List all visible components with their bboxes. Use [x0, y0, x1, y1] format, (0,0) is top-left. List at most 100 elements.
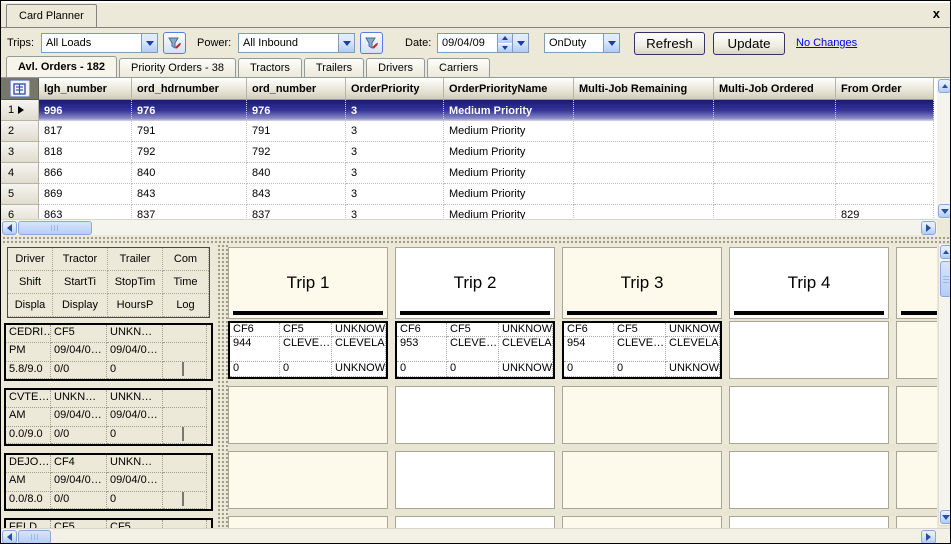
trip-empty-slot[interactable]: [395, 451, 555, 509]
trips-vertical-scrollbar[interactable]: [938, 243, 951, 526]
tab-trailers[interactable]: Trailers: [304, 58, 364, 77]
grid-cell[interactable]: 792: [132, 142, 247, 163]
grid-horizontal-scrollbar[interactable]: [1, 219, 937, 235]
spinner-down-icon[interactable]: [498, 44, 512, 53]
grid-cell[interactable]: [836, 184, 934, 205]
refresh-button[interactable]: Refresh: [634, 32, 705, 55]
table-row[interactable]: 68638378373Medium Priority829: [1, 205, 937, 219]
trips-filter-button[interactable]: [163, 32, 186, 54]
power-combo[interactable]: All Inbound: [238, 33, 355, 53]
chevron-down-icon[interactable]: [603, 34, 619, 52]
trip-card[interactable]: CF6CF5UNKNOWN954CLEVE…CLEVELA…00UNKNOWN: [562, 321, 722, 379]
tab-drivers[interactable]: Drivers: [366, 58, 425, 77]
planner-horizontal-scrollbar[interactable]: [1, 528, 951, 544]
grid-cell[interactable]: 791: [132, 121, 247, 142]
trip-empty-slot[interactable]: [395, 386, 555, 444]
trip-empty-slot[interactable]: [729, 451, 889, 509]
driver-card[interactable]: CVTE…UNKN…UNKN…AM09/04/0…09/04/0…0.0/9.0…: [4, 388, 213, 446]
grid-cell[interactable]: 3: [346, 142, 444, 163]
grid-cell[interactable]: 866: [39, 163, 132, 184]
driver-card[interactable]: FELD…CF5CF5: [4, 518, 213, 528]
chevron-down-icon[interactable]: [141, 34, 157, 52]
grid-vertical-scrollbar[interactable]: [937, 78, 951, 219]
power-filter-button[interactable]: [360, 32, 383, 54]
grid-cell[interactable]: [836, 142, 934, 163]
grid-cell[interactable]: Medium Priority: [444, 121, 574, 142]
chevron-down-icon[interactable]: [512, 34, 528, 52]
grid-cell[interactable]: Medium Priority: [444, 184, 574, 205]
scroll-thumb[interactable]: [18, 221, 92, 235]
row-header[interactable]: 2: [1, 121, 39, 142]
grid-cell[interactable]: 840: [132, 163, 247, 184]
grid-cell[interactable]: 3: [346, 205, 444, 219]
table-row[interactable]: 28177917913Medium Priority: [1, 121, 937, 142]
grid-cell[interactable]: 818: [39, 142, 132, 163]
grid-cell[interactable]: [836, 100, 934, 121]
row-header[interactable]: 6: [1, 205, 39, 219]
column-header-lgh-number[interactable]: lgh_number: [39, 78, 132, 100]
grid-cell[interactable]: 3: [346, 121, 444, 142]
grid-cell[interactable]: [714, 163, 836, 184]
column-header-ord-number[interactable]: ord_number: [247, 78, 346, 100]
grid-cell[interactable]: [574, 205, 714, 219]
trips-combo[interactable]: All Loads: [41, 33, 158, 53]
chevron-down-icon[interactable]: [338, 34, 354, 52]
spinner-up-icon[interactable]: [498, 34, 512, 44]
duty-combo[interactable]: OnDuty: [544, 33, 620, 53]
column-header-multi-job-remaining[interactable]: Multi-Job Remaining: [574, 78, 714, 100]
scroll-left-icon[interactable]: [2, 530, 17, 544]
log-checkbox[interactable]: [182, 362, 184, 376]
horizontal-splitter[interactable]: [1, 235, 950, 243]
scroll-right-icon[interactable]: [921, 530, 936, 544]
scroll-up-icon[interactable]: [940, 245, 951, 259]
tab-priority-orders-38[interactable]: Priority Orders - 38: [119, 58, 236, 77]
field-chooser-icon[interactable]: [10, 80, 30, 97]
trip-empty-slot[interactable]: [896, 386, 937, 444]
close-icon[interactable]: x: [933, 7, 940, 20]
row-header[interactable]: 1: [1, 100, 39, 121]
trip-empty-slot[interactable]: [729, 516, 889, 528]
scroll-up-icon[interactable]: [938, 79, 951, 93]
grid-cell[interactable]: 837: [132, 205, 247, 219]
trip-card[interactable]: CF6CF5UNKNOWN953CLEVE…CLEVELA…00UNKNOWN: [395, 321, 555, 379]
scroll-down-icon[interactable]: [938, 204, 951, 218]
grid-cell[interactable]: 863: [39, 205, 132, 219]
log-checkbox[interactable]: [182, 427, 184, 441]
grid-cell[interactable]: [714, 142, 836, 163]
trip-card[interactable]: CF6CF5UNKNOWN944CLEVE…CLEVELA…00UNKNOWN: [228, 321, 388, 379]
grid-cell[interactable]: Medium Priority: [444, 100, 574, 121]
grid-cell[interactable]: 792: [247, 142, 346, 163]
no-changes-link[interactable]: No Changes: [796, 37, 857, 49]
grid-cell[interactable]: [836, 121, 934, 142]
trip-empty-slot[interactable]: [562, 451, 722, 509]
grid-cell[interactable]: 3: [346, 163, 444, 184]
grid-cell[interactable]: 829: [836, 205, 934, 219]
grid-cell[interactable]: Medium Priority: [444, 142, 574, 163]
column-header-from-order[interactable]: From Order: [836, 78, 934, 100]
grid-cell[interactable]: 817: [39, 121, 132, 142]
grid-cell[interactable]: 3: [346, 100, 444, 121]
grid-cell[interactable]: Medium Priority: [444, 163, 574, 184]
column-header-orderpriority[interactable]: OrderPriority: [346, 78, 444, 100]
grid-cell[interactable]: 976: [132, 100, 247, 121]
row-header[interactable]: 5: [1, 184, 39, 205]
document-tab-card-planner[interactable]: Card Planner: [6, 4, 97, 28]
table-row[interactable]: 48668408403Medium Priority: [1, 163, 937, 184]
column-header-multi-job-ordered[interactable]: Multi-Job Ordered: [714, 78, 836, 100]
tab-avl-orders-182[interactable]: Avl. Orders - 182: [6, 56, 117, 77]
row-header[interactable]: 4: [1, 163, 39, 184]
trip-empty-slot[interactable]: [729, 321, 889, 379]
grid-cell[interactable]: 996: [39, 100, 132, 121]
trip-empty-slot[interactable]: [562, 386, 722, 444]
driver-card[interactable]: DEJO…CF4UNKN…AM09/04/0…09/04/0…0.0/8.00/…: [4, 453, 213, 511]
grid-cell[interactable]: 837: [247, 205, 346, 219]
trip-empty-slot[interactable]: [228, 516, 388, 528]
grid-cell[interactable]: [836, 163, 934, 184]
trip-empty-slot[interactable]: [395, 516, 555, 528]
grid-cell[interactable]: [574, 184, 714, 205]
column-header-ord-hdrnumber[interactable]: ord_hdrnumber: [132, 78, 247, 100]
tab-tractors[interactable]: Tractors: [238, 58, 302, 77]
grid-cell[interactable]: [574, 100, 714, 121]
trip-empty-slot[interactable]: [228, 451, 388, 509]
grid-cell[interactable]: [574, 142, 714, 163]
